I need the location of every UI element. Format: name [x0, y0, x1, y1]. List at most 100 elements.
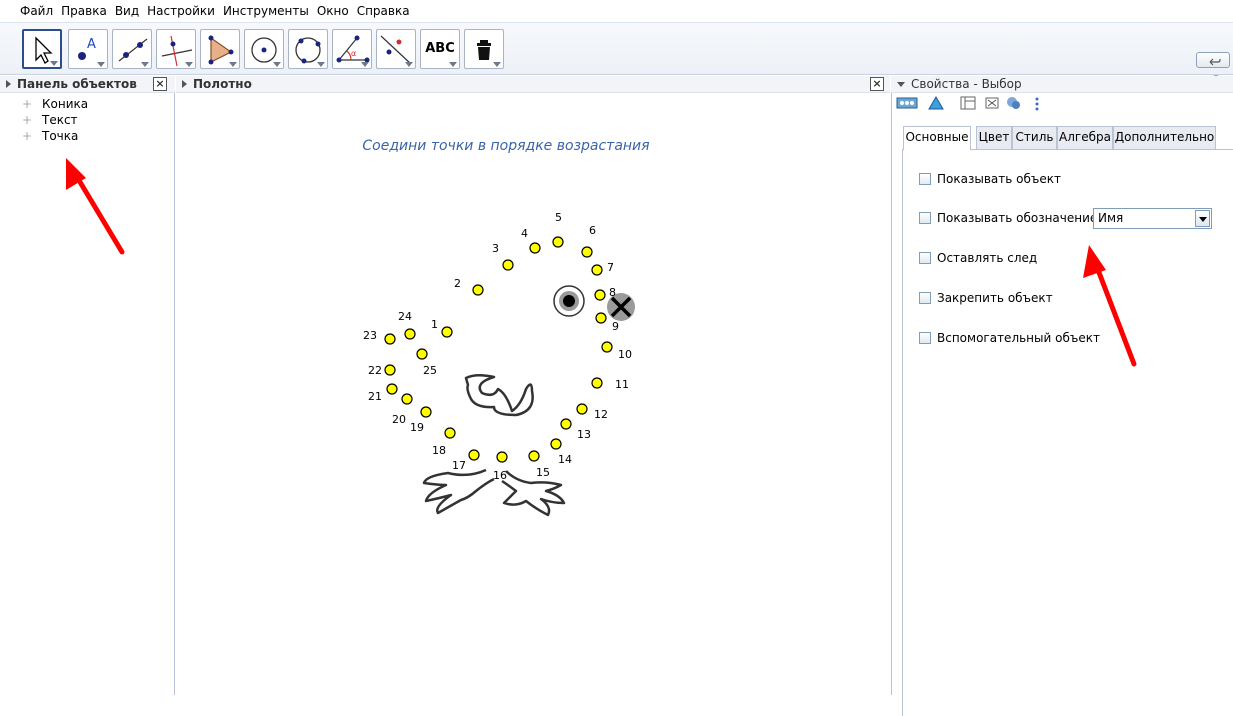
perpendicular-tool-button[interactable]	[156, 29, 196, 69]
delete-tool-button[interactable]	[464, 29, 504, 69]
move-tool-button[interactable]	[22, 29, 62, 69]
point-label-22: 22	[368, 364, 382, 377]
drawing-area[interactable]: Соедини точки в порядке возрастания 1234…	[176, 93, 890, 695]
menu-file[interactable]: Файл	[20, 4, 53, 18]
point-4[interactable]	[529, 242, 541, 254]
show-object-checkbox[interactable]	[919, 173, 931, 185]
svg-text:A: A	[87, 37, 96, 52]
line-tool-button[interactable]	[112, 29, 152, 69]
collapse-arrow-icon[interactable]	[897, 81, 905, 87]
menu-window[interactable]: Окно	[317, 4, 349, 18]
circle-three-points-tool-button[interactable]	[288, 29, 328, 69]
undo-button[interactable]	[1196, 52, 1230, 68]
point-3[interactable]	[502, 259, 514, 271]
tree-item-point[interactable]: + Точка	[22, 128, 78, 143]
point-19[interactable]	[420, 406, 432, 418]
point-label-13: 13	[577, 428, 591, 441]
label-mode-select[interactable]: Имя	[1093, 208, 1212, 229]
point-label-8: 8	[609, 286, 616, 299]
more-options-icon[interactable]	[1034, 96, 1040, 112]
auxiliary-row[interactable]: Вспомогательный объект	[919, 330, 1100, 346]
menu-view[interactable]: Вид	[115, 4, 139, 18]
polygon-tool-button[interactable]	[200, 29, 240, 69]
menu-help[interactable]: Справка	[357, 4, 410, 18]
plus-icon[interactable]: +	[22, 129, 42, 143]
point-23[interactable]	[384, 333, 396, 345]
show-object-row[interactable]: Показывать объект	[919, 171, 1061, 187]
angle-tool-button[interactable]: α	[332, 29, 372, 69]
trace-row[interactable]: Оставлять след	[919, 250, 1037, 266]
tab-style[interactable]: Стиль	[1012, 126, 1057, 149]
algebra-panel-header: Панель объектов ×	[0, 76, 175, 93]
point-18[interactable]	[444, 427, 456, 439]
toolbar: A α ABC ?	[0, 23, 1233, 85]
point-tool-button[interactable]: A	[68, 29, 108, 69]
text-tool-button[interactable]: ABC	[420, 29, 460, 69]
circle-center-tool-button[interactable]	[244, 29, 284, 69]
graphics-view-icon[interactable]	[984, 96, 1000, 110]
layout-icon[interactable]	[960, 96, 976, 110]
point-1[interactable]	[441, 326, 453, 338]
point-2[interactable]	[472, 284, 484, 296]
point-7[interactable]	[591, 264, 603, 276]
chevron-down-icon[interactable]	[1195, 210, 1210, 227]
expand-arrow-icon[interactable]	[182, 80, 187, 88]
trace-checkbox[interactable]	[919, 252, 931, 264]
tab-color[interactable]: Цвет	[976, 126, 1012, 149]
menu-edit[interactable]: Правка	[61, 4, 107, 18]
point-16[interactable]	[496, 451, 508, 463]
point-22[interactable]	[384, 364, 396, 376]
point-label-1: 1	[431, 318, 438, 331]
expand-arrow-icon[interactable]	[6, 80, 11, 88]
close-icon[interactable]: ×	[153, 77, 167, 91]
point-24[interactable]	[404, 328, 416, 340]
menu-settings[interactable]: Настройки	[147, 4, 215, 18]
menu-tools[interactable]: Инструменты	[223, 4, 309, 18]
point-label-21: 21	[368, 390, 382, 403]
tab-basic[interactable]: Основные	[903, 126, 971, 150]
graphics-objects-icon[interactable]	[896, 96, 918, 110]
algebra-panel-title: Панель объектов	[17, 77, 137, 91]
menu-bar: Файл Правка Вид Настройки Инструменты Ок…	[0, 0, 1233, 23]
point-12[interactable]	[576, 403, 588, 415]
point-20[interactable]	[401, 393, 413, 405]
tree-item-conic[interactable]: + Коника	[22, 96, 88, 111]
tab-algebra[interactable]: Алгебра	[1057, 126, 1113, 149]
point-label-9: 9	[612, 320, 619, 333]
point-25[interactable]	[416, 348, 428, 360]
point-label-24: 24	[398, 310, 412, 323]
plus-icon[interactable]: +	[22, 113, 42, 127]
point-label-7: 7	[607, 261, 614, 274]
point-17[interactable]	[468, 449, 480, 461]
show-label-checkbox[interactable]	[919, 212, 931, 224]
canvas-caption: Соедини точки в порядке возрастания	[362, 138, 649, 154]
plus-icon[interactable]: +	[22, 97, 42, 111]
global-settings-icon[interactable]	[1006, 96, 1022, 110]
show-label-row[interactable]: Показывать обозначение:	[919, 210, 1101, 226]
point-21[interactable]	[386, 383, 398, 395]
undo-icon	[1209, 58, 1221, 66]
svg-text:α: α	[351, 49, 356, 58]
tree-item-text[interactable]: + Текст	[22, 112, 78, 127]
point-label-25: 25	[423, 364, 437, 377]
point-14[interactable]	[550, 438, 562, 450]
graphics-canvas[interactable]: Соедини точки в порядке возрастания 1234…	[176, 93, 890, 695]
fix-object-checkbox[interactable]	[919, 292, 931, 304]
point-6[interactable]	[581, 246, 593, 258]
auxiliary-checkbox[interactable]	[919, 332, 931, 344]
tab-advanced[interactable]: Дополнительно	[1113, 126, 1216, 149]
point-9[interactable]	[595, 312, 607, 324]
reflect-tool-button[interactable]	[376, 29, 416, 69]
triangle-style-icon[interactable]	[928, 96, 944, 110]
point-13[interactable]	[560, 418, 572, 430]
point-5[interactable]	[552, 236, 564, 248]
point-11[interactable]	[591, 377, 603, 389]
fix-object-row[interactable]: Закрепить объект	[919, 290, 1053, 306]
tree-item-label: Точка	[42, 128, 79, 143]
point-15[interactable]	[528, 450, 540, 462]
point-label-4: 4	[521, 227, 528, 240]
tree-item-label: Текст	[42, 112, 78, 127]
close-icon[interactable]: ×	[870, 77, 884, 91]
point-8[interactable]	[594, 289, 606, 301]
point-10[interactable]	[601, 341, 613, 353]
